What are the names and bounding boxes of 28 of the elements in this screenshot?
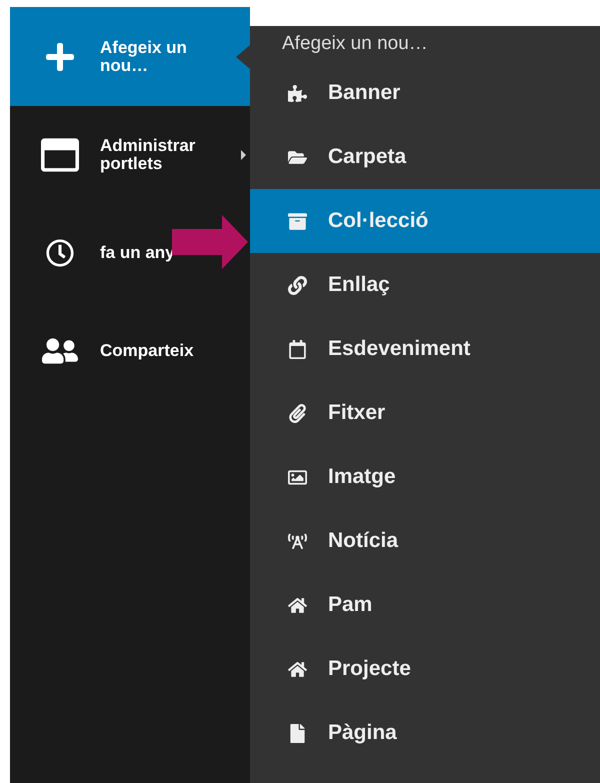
home-icon (288, 596, 306, 614)
menu-item[interactable]: Fitxer (250, 381, 600, 445)
sidebar-item[interactable]: Afegeix un nou… (10, 7, 250, 106)
menu-item[interactable]: Col·lecció (250, 189, 600, 253)
menu-item[interactable]: Pam (250, 573, 600, 637)
menu-item[interactable]: Banner (250, 61, 600, 125)
menu-item[interactable]: Enllaç (250, 253, 600, 317)
menu-item[interactable]: Imatge (250, 445, 600, 509)
link-icon (288, 276, 306, 294)
menu-item[interactable]: Projecte (250, 637, 600, 701)
puzzle-icon (288, 84, 306, 102)
calendar-icon (288, 340, 306, 358)
image-icon (288, 468, 306, 486)
home-icon (288, 660, 306, 678)
tower-icon (288, 532, 306, 550)
file-icon (288, 724, 306, 742)
clock-icon (46, 239, 74, 267)
paperclip-icon (288, 404, 306, 422)
arrow-icon (172, 215, 248, 269)
menu-item[interactable]: Carpeta (250, 125, 600, 189)
submenu-title: Afegeix un nou… (281, 32, 429, 56)
archive-icon (288, 212, 306, 230)
menu-item[interactable]: Pàgina (250, 701, 600, 765)
plus-icon (44, 40, 76, 72)
window-icon (41, 136, 79, 174)
menu-item[interactable]: Notícia (250, 509, 600, 573)
sidebar-item[interactable]: Comparteix (10, 302, 250, 400)
menu-item[interactable]: Esdeveniment (250, 317, 600, 381)
